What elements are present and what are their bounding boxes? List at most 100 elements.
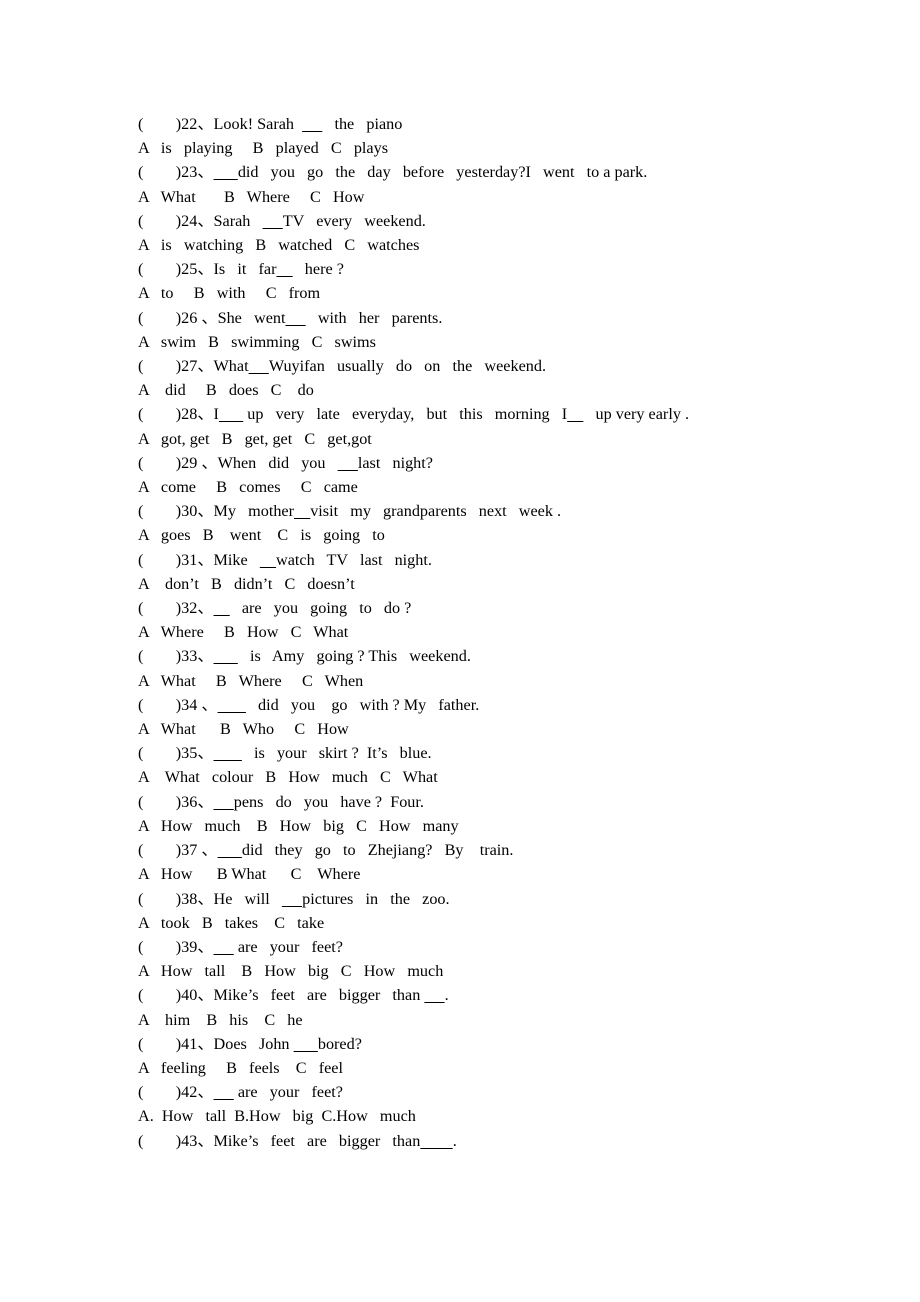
answer-blank — [302, 115, 322, 133]
line-text: . — [444, 986, 449, 1005]
line-text: A How tall B How big C How much — [138, 962, 444, 981]
question-line: ( )32、 are you going to do ? — [138, 596, 784, 620]
line-text: pictures in the zoo. — [302, 889, 450, 908]
answer-blank — [214, 599, 230, 617]
line-text: watch TV last night. — [276, 550, 432, 569]
line-text: ( )23、 — [138, 163, 214, 182]
line-text: ( )42、 — [138, 1083, 214, 1102]
answer-blank — [249, 357, 269, 375]
line-text: last night? — [357, 453, 433, 472]
line-text: A him B his C he — [138, 1010, 303, 1029]
line-text: ( )40、Mike’s feet are bigger than — [138, 986, 425, 1005]
question-line: ( )28、I up very late everyday, but this … — [138, 402, 784, 426]
line-text: ( )26 、She went — [138, 308, 286, 327]
line-text: A to B with C from — [138, 284, 321, 303]
line-text: A What B Where C How — [138, 187, 365, 206]
line-text: bored? — [317, 1034, 362, 1053]
line-text: A come B comes C came — [138, 478, 358, 497]
answer-blank — [282, 890, 302, 908]
answer-blank — [218, 696, 246, 714]
question-line: ( )36、 pens do you have ? Four. — [138, 790, 784, 814]
answer-blank — [276, 260, 292, 278]
options-line: A come B comes C came — [138, 475, 784, 499]
line-text: Wuyifan usually do on the weekend. — [268, 357, 546, 376]
question-line: ( )30、My mother visit my grandparents ne… — [138, 499, 784, 523]
question-line: ( )43、Mike’s feet are bigger than . — [138, 1129, 784, 1153]
options-line: A him B his C he — [138, 1008, 784, 1032]
question-line: ( )31、Mike watch TV last night. — [138, 548, 784, 572]
answer-blank — [424, 986, 444, 1004]
options-line: A is watching B watched C watches — [138, 233, 784, 257]
question-line: ( )25、Is it far here ? — [138, 257, 784, 281]
question-line: ( )22、Look! Sarah the piano — [138, 112, 784, 136]
answer-blank — [294, 502, 310, 520]
answer-blank — [260, 551, 276, 569]
line-text: A got, get B get, get C get,got — [138, 429, 372, 448]
question-line: ( )34 、 did you go with ? My father. — [138, 693, 784, 717]
line-text: A don’t B didn’t C doesn’t — [138, 574, 355, 593]
answer-blank — [219, 405, 243, 423]
line-text: A. How tall B.How big C.How much — [138, 1107, 416, 1126]
question-line: ( )39、 are your feet? — [138, 935, 784, 959]
line-text: ( )28、I — [138, 405, 219, 424]
options-line: A What B Where C How — [138, 185, 784, 209]
options-line: A Where B How C What — [138, 620, 784, 644]
question-list: ( )22、Look! Sarah the piano A is playing … — [138, 112, 784, 1153]
line-text: TV every weekend. — [282, 211, 426, 230]
question-line: ( )35、 is your skirt ? It’s blue. — [138, 741, 784, 765]
question-line: ( )40、Mike’s feet are bigger than . — [138, 983, 784, 1007]
line-text: ( )43、Mike’s feet are bigger than — [138, 1131, 421, 1150]
line-text: ( )41、Does John — [138, 1034, 294, 1053]
line-text: are your feet? — [233, 937, 343, 956]
line-text: ( )37 、 — [138, 841, 218, 860]
answer-blank — [285, 309, 305, 327]
question-line: ( )26 、She went with her parents. — [138, 306, 784, 330]
options-line: A How B What C Where — [138, 862, 784, 886]
line-text: ( )38、He will — [138, 889, 282, 908]
options-line: A How tall B How big C How much — [138, 959, 784, 983]
line-text: the piano — [322, 115, 403, 133]
line-text: A goes B went C is going to — [138, 526, 385, 545]
line-text: A What B Who C How — [138, 720, 349, 739]
question-line: ( )27、What Wuyifan usually do on the wee… — [138, 354, 784, 378]
line-text: A What B Where C When — [138, 671, 364, 690]
line-text: is your skirt ? It’s blue. — [241, 744, 432, 763]
line-text: ( )33、 — [138, 647, 214, 666]
line-text: A Where B How C What — [138, 623, 349, 642]
answer-blank — [420, 1132, 452, 1150]
line-text: ( )30、My mother — [138, 502, 295, 521]
options-line: A took B takes C take — [138, 911, 784, 935]
options-line: A did B does C do — [138, 378, 784, 402]
options-line: A. How tall B.How big C.How much — [138, 1104, 784, 1128]
line-text: are your feet? — [233, 1083, 343, 1102]
document-page: ( )22、Look! Sarah the piano A is playing … — [0, 0, 920, 1302]
question-line: ( )37 、 did they go to Zhejiang? By trai… — [138, 838, 784, 862]
options-line: A got, get B get, get C get,got — [138, 427, 784, 451]
line-text: ( )32、 — [138, 599, 214, 618]
answer-blank — [214, 1083, 234, 1101]
question-line: ( )29 、When did you last night? — [138, 451, 784, 475]
line-text: . — [452, 1131, 457, 1150]
options-line: A What B Who C How — [138, 717, 784, 741]
line-text: A How much B How big C How many — [138, 816, 459, 835]
options-line: A goes B went C is going to — [138, 523, 784, 547]
line-text: did you go the day before yesterday?I we… — [237, 163, 648, 182]
line-text: did you go with ? My father. — [245, 695, 480, 714]
question-line: ( )23、 did you go the day before yesterd… — [138, 160, 784, 184]
answer-blank — [338, 454, 358, 472]
answer-blank — [218, 841, 242, 859]
line-text: ( )35、 — [138, 744, 214, 763]
question-line: ( )42、 are your feet? — [138, 1080, 784, 1104]
options-line: A feeling B feels C feel — [138, 1056, 784, 1080]
line-text: did they go to Zhejiang? By train. — [241, 841, 514, 860]
line-text: ( )34 、 — [138, 695, 218, 714]
question-line: ( )33、 is Amy going ? This weekend. — [138, 644, 784, 668]
options-line: A is playing B played C plays — [138, 136, 784, 160]
line-text: ( )39、 — [138, 937, 214, 956]
line-text: ( )29 、When did you — [138, 453, 338, 472]
line-text: ( )36、 — [138, 792, 214, 811]
line-text: is Amy going ? This weekend. — [237, 647, 471, 666]
answer-blank — [294, 1035, 318, 1053]
line-text: ( )27、What — [138, 357, 249, 376]
question-line: ( )24、Sarah TV every weekend. — [138, 209, 784, 233]
